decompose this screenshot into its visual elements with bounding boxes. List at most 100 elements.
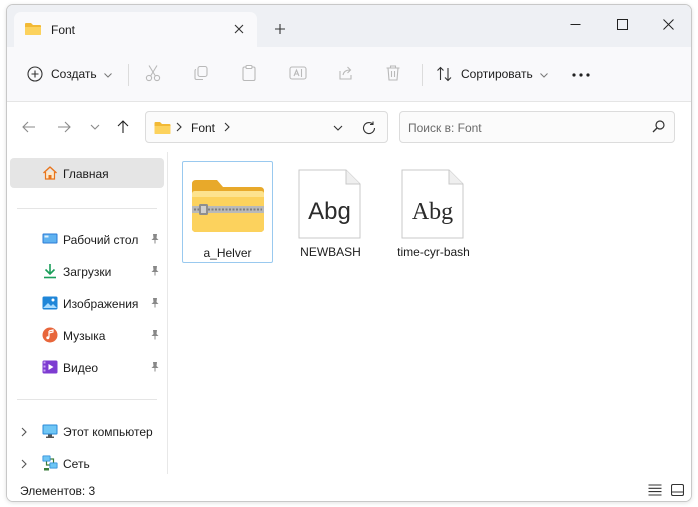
copy-icon [193,65,209,84]
sidebar-divider [17,208,157,209]
forward-button[interactable] [53,116,75,138]
create-button[interactable]: Создать [27,60,112,88]
scissors-icon [145,64,161,85]
back-button[interactable] [18,116,40,138]
sort-icon [436,66,453,82]
toolbar-divider [128,64,129,86]
copy-button[interactable] [193,60,209,88]
file-item-zip-folder[interactable]: a_Helver [182,161,273,263]
up-button[interactable] [112,116,134,138]
file-list[interactable]: a_Helver Abg NEWBASH Abg time-cyr-bash [168,152,691,474]
sidebar-item-label: Рабочий стол [63,233,139,247]
chevron-right-icon[interactable] [176,121,182,135]
refresh-button[interactable] [360,119,378,137]
arrow-left-icon [22,121,35,133]
sidebar-item-video[interactable]: Видео [10,352,164,382]
new-tab-button[interactable] [269,18,291,40]
folder-icon [24,21,42,40]
sidebar-item-pictures[interactable]: Изображения [10,288,164,318]
rename-icon [289,65,307,84]
file-explorer-window: Font Создать Сортировать Font Поиск в: F… [6,4,692,502]
pin-icon[interactable] [150,233,160,247]
maximize-button[interactable] [599,9,645,39]
sidebar-item-this-pc[interactable]: Этот компьютер [10,416,164,446]
title-bar: Font [7,5,691,47]
navigation-pane: Главная Рабочий стол Загрузки Изображени… [7,152,167,474]
close-tab-icon[interactable] [229,19,249,39]
search-input[interactable] [408,119,638,137]
delete-button[interactable] [385,60,401,88]
chevron-right-icon[interactable] [21,426,27,440]
navigation-bar: Font [7,102,691,152]
font-file-icon: Abg [291,169,369,239]
rename-button[interactable] [289,60,307,88]
plus-circle-icon [27,66,43,82]
details-view-icon [648,484,662,496]
downloads-icon [42,263,58,279]
sort-button[interactable]: Сортировать [436,60,548,88]
tab-title: Font [51,23,76,37]
toolbar-divider [422,64,423,86]
pin-icon[interactable] [150,361,160,375]
sidebar-item-downloads[interactable]: Загрузки [10,256,164,286]
cut-button[interactable] [145,60,161,88]
create-label: Создать [51,67,97,81]
tiles-view-icon [670,484,684,496]
recent-locations-button[interactable] [84,116,106,138]
chevron-down-icon [103,67,112,81]
font-file-icon: Abg [394,169,472,239]
paste-button[interactable] [241,60,257,88]
close-window-button[interactable] [645,9,691,39]
sidebar-item-label: Главная [63,167,109,181]
video-icon [42,359,58,375]
sidebar-item-label: Загрузки [63,265,112,279]
minimize-button[interactable] [552,9,598,39]
command-bar: Создать Сортировать [7,47,691,102]
sidebar-item-home[interactable]: Главная [10,158,164,188]
more-icon [571,67,591,81]
refresh-icon [362,121,376,135]
zip-folder-icon [189,170,267,240]
chevron-right-icon[interactable] [224,121,230,135]
file-item-font[interactable]: Abg NEWBASH [285,161,376,263]
tiles-view-button[interactable] [669,483,685,497]
more-options-button[interactable] [571,60,591,88]
chevron-right-icon[interactable] [21,458,27,472]
search-icon [652,120,665,136]
sidebar-item-desktop[interactable]: Рабочий стол [10,224,164,254]
clipboard-icon [241,64,257,85]
music-icon [42,327,58,343]
pin-icon[interactable] [150,329,160,343]
address-bar[interactable]: Font [145,111,388,143]
chevron-down-icon [539,67,548,81]
sidebar-item-label: Этот компьютер [63,425,153,439]
sidebar-item-label: Сеть [63,457,90,471]
pin-icon[interactable] [150,297,160,311]
status-bar: Элементов: 3 [7,477,691,501]
sidebar-divider [17,399,157,400]
sidebar-item-label: Музыка [63,329,106,343]
item-count: Элементов: 3 [20,484,96,498]
file-name: a_Helver [203,246,252,260]
svg-text:Abg: Abg [412,199,453,225]
pictures-icon [42,295,58,311]
folder-icon [154,121,171,138]
search-box[interactable] [399,111,675,143]
trash-icon [385,64,401,85]
sidebar-item-music[interactable]: Музыка [10,320,164,350]
tab-font[interactable]: Font [14,12,257,47]
breadcrumb-font[interactable]: Font [191,121,215,135]
file-item-font[interactable]: Abg time-cyr-bash [388,161,479,263]
arrow-up-icon [117,120,129,133]
pin-icon[interactable] [150,265,160,279]
sort-label: Сортировать [461,67,533,81]
chevron-down-icon [90,124,100,130]
file-name: time-cyr-bash [397,245,470,259]
address-dropdown-button[interactable] [330,120,346,136]
share-button[interactable] [337,60,355,88]
network-icon [42,455,58,471]
home-icon [42,165,58,181]
sidebar-item-network[interactable]: Сеть [10,448,164,478]
sidebar-item-label: Изображения [63,297,139,311]
details-view-button[interactable] [647,483,663,497]
